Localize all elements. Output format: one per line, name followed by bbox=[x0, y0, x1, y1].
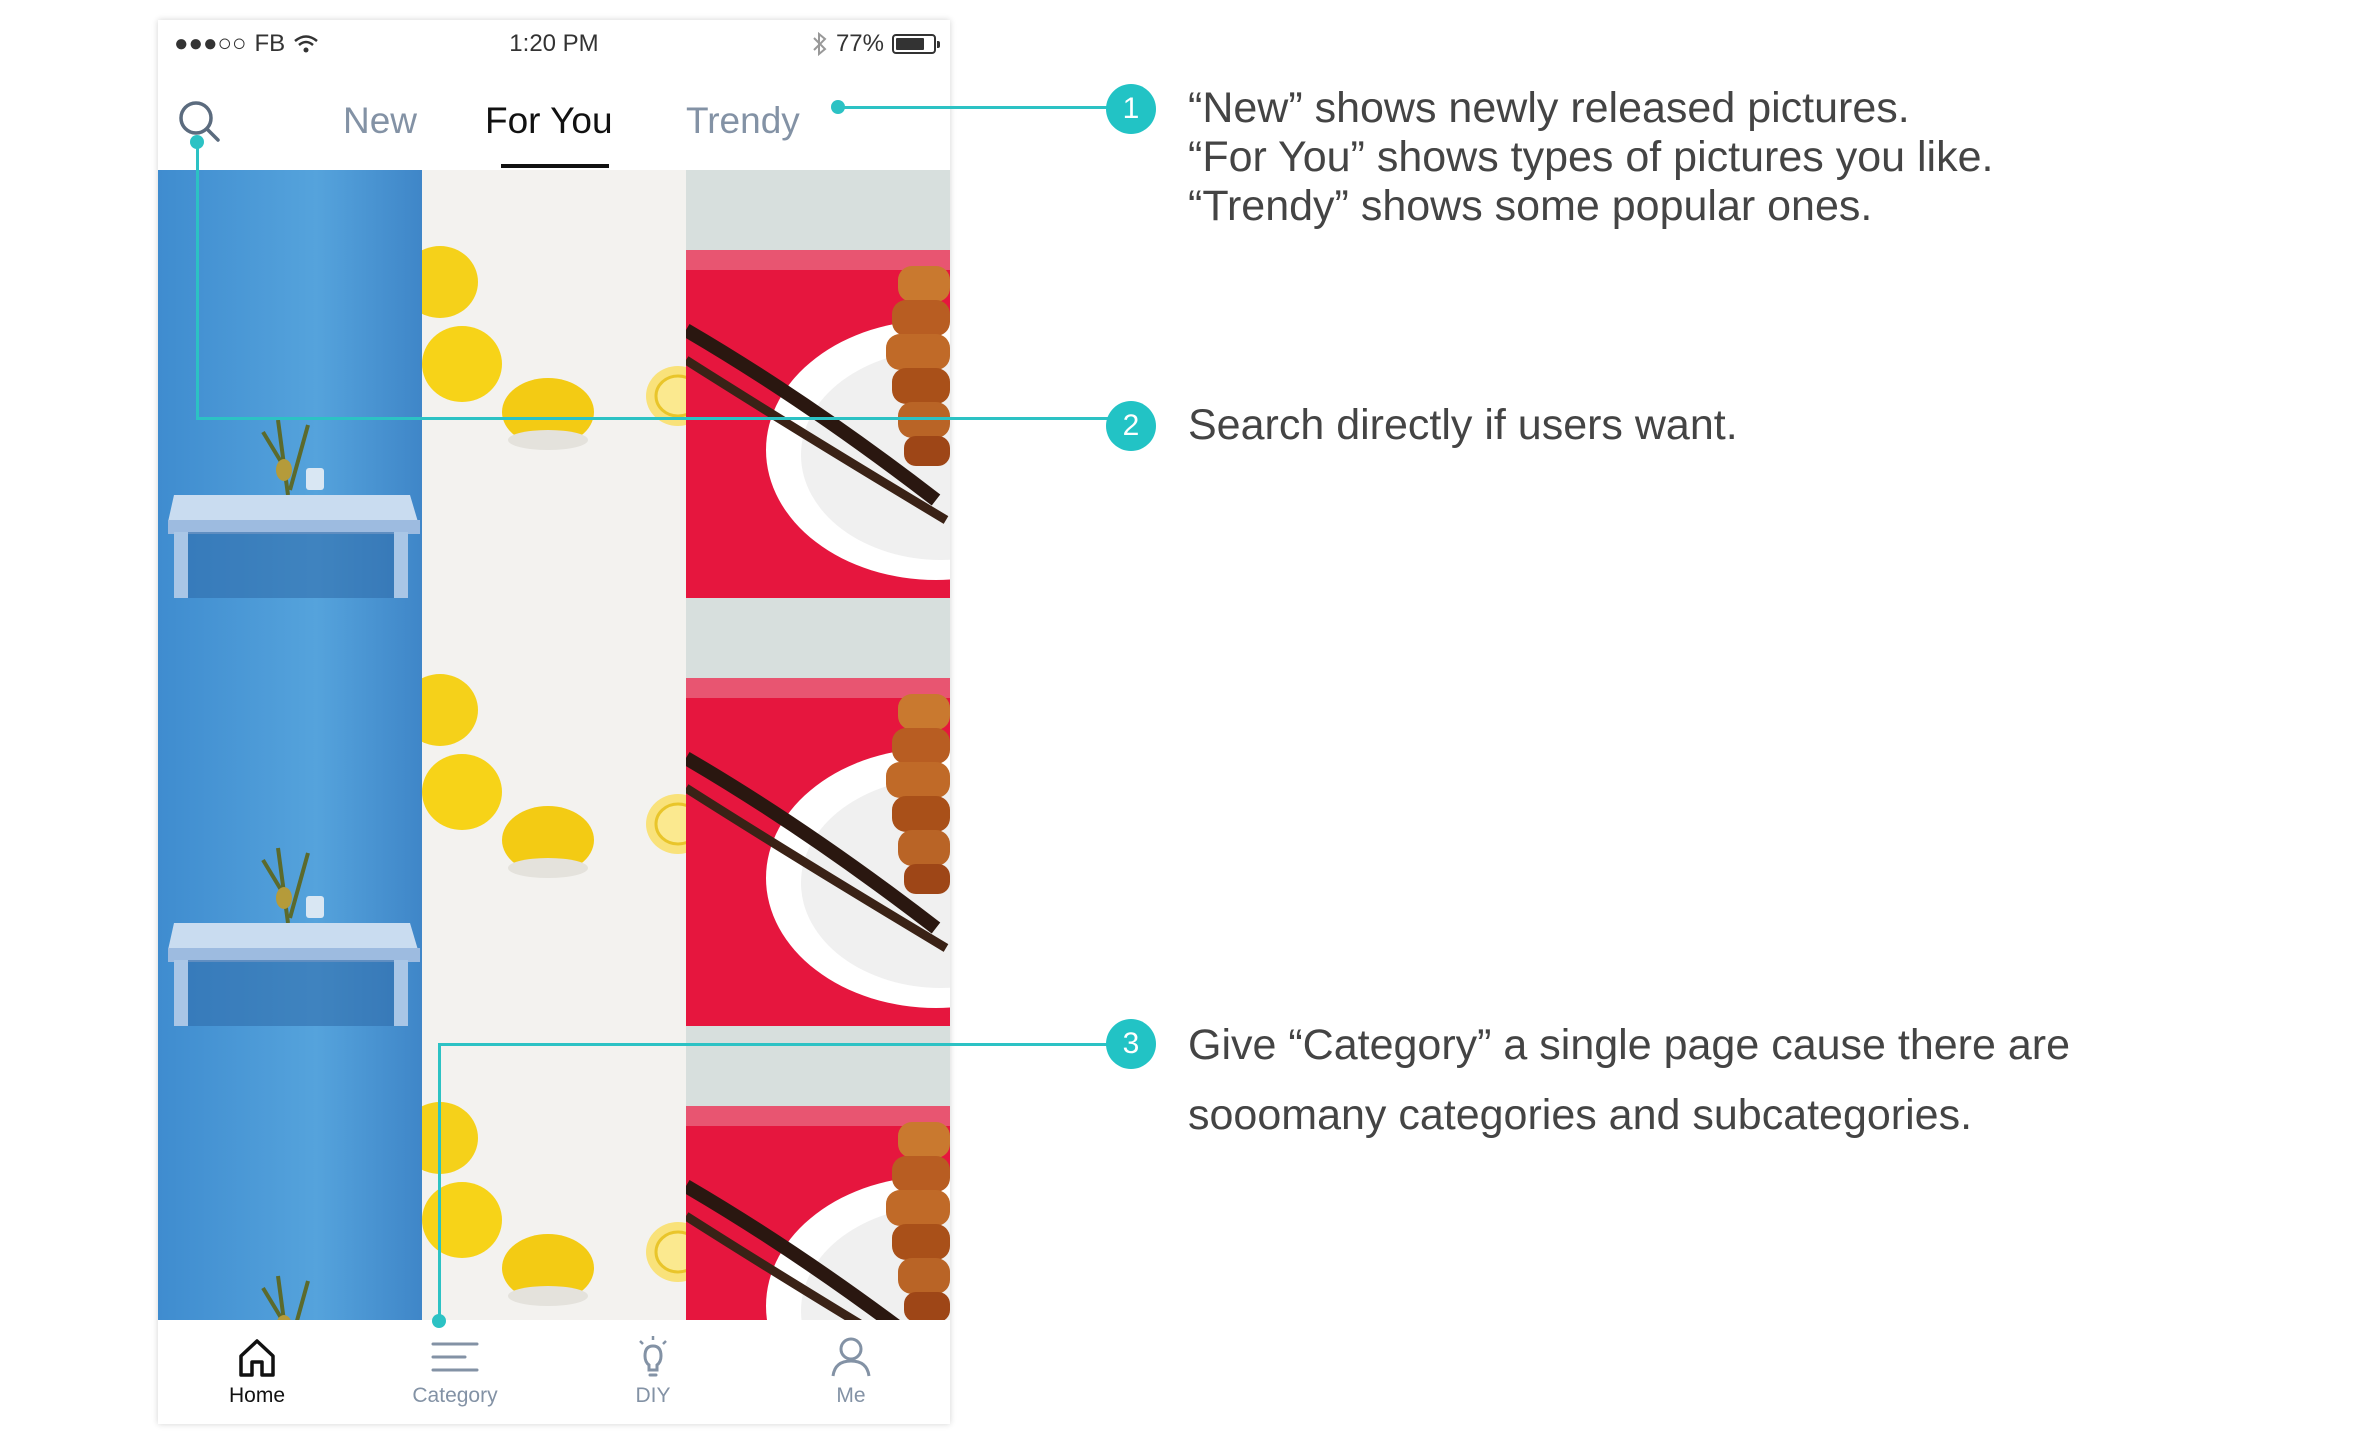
tab-me-label: Me bbox=[836, 1384, 866, 1407]
callout-3-line-2: sooomany categories and subcategories. bbox=[1188, 1091, 1973, 1139]
tab-new[interactable]: New bbox=[343, 100, 417, 142]
bottom-tab-bar: Home Category DIY Me bbox=[158, 1320, 950, 1424]
tab-home-label: Home bbox=[228, 1384, 286, 1407]
tab-category[interactable]: Category bbox=[356, 1320, 554, 1424]
home-icon bbox=[239, 1339, 275, 1377]
photo-tile-blue-table[interactable] bbox=[158, 598, 422, 1026]
callout-2-text: Search directly if users want. bbox=[1188, 401, 1738, 450]
active-tab-indicator bbox=[501, 164, 609, 168]
tab-home[interactable]: Home bbox=[158, 1320, 356, 1424]
user-icon bbox=[831, 1337, 871, 1377]
battery-level bbox=[896, 38, 924, 50]
photo-feed bbox=[158, 170, 950, 1340]
photo-tile-cookies[interactable] bbox=[686, 170, 950, 598]
tab-trendy[interactable]: Trendy bbox=[686, 100, 800, 142]
callout-2-line-vertical bbox=[196, 142, 199, 420]
callout-1-line-2: “For You” shows types of pictures you li… bbox=[1188, 133, 1994, 181]
photo-tile-lemons[interactable] bbox=[422, 170, 686, 598]
phone-screen: ●●●○○ FB 1:20 PM 77% New For You Trendy … bbox=[158, 20, 950, 1424]
callout-2-badge: 2 bbox=[1106, 401, 1156, 451]
lightbulb-icon bbox=[639, 1336, 667, 1377]
callout-2-line-1: Search directly if users want. bbox=[1188, 401, 1738, 449]
photo-tile-lemons[interactable] bbox=[422, 598, 686, 1026]
callout-3-text: Give “Category” a single page cause ther… bbox=[1188, 1010, 2070, 1150]
photo-tile-blue-table[interactable] bbox=[158, 1026, 422, 1340]
photo-tile-cookies[interactable] bbox=[686, 598, 950, 1026]
callout-1-line bbox=[838, 106, 1130, 109]
battery-percent: 77% bbox=[835, 30, 884, 57]
callout-3-line-vertical bbox=[438, 1043, 441, 1321]
callout-1-line-3: “Trendy” shows some popular ones. bbox=[1188, 182, 1873, 230]
callout-1-line-1: “New” shows newly released pictures. bbox=[1188, 84, 1910, 132]
bluetooth-icon bbox=[813, 32, 827, 56]
callout-3-line-1: Give “Category” a single page cause ther… bbox=[1188, 1021, 2070, 1069]
callout-1-text: “New” shows newly released pictures. “Fo… bbox=[1188, 84, 1993, 231]
photo-tile-cookies[interactable] bbox=[686, 1026, 950, 1340]
callout-3-line-horizontal bbox=[438, 1043, 1130, 1046]
tab-diy-label: DIY bbox=[635, 1384, 671, 1407]
top-navigation: New For You Trendy bbox=[158, 66, 950, 170]
photo-tile-lemons[interactable] bbox=[422, 1026, 686, 1340]
status-bar: ●●●○○ FB 1:20 PM 77% bbox=[158, 20, 950, 66]
tab-me[interactable]: Me bbox=[752, 1320, 950, 1424]
tab-category-label: Category bbox=[412, 1384, 498, 1407]
callout-3-badge: 3 bbox=[1106, 1019, 1156, 1069]
battery-icon bbox=[892, 34, 940, 54]
tab-diy[interactable]: DIY bbox=[554, 1320, 752, 1424]
callout-1-badge: 1 bbox=[1106, 84, 1156, 134]
tab-for-you[interactable]: For You bbox=[485, 100, 613, 142]
callout-2-line-horizontal bbox=[196, 417, 1130, 420]
menu-lines-icon bbox=[431, 1342, 479, 1372]
